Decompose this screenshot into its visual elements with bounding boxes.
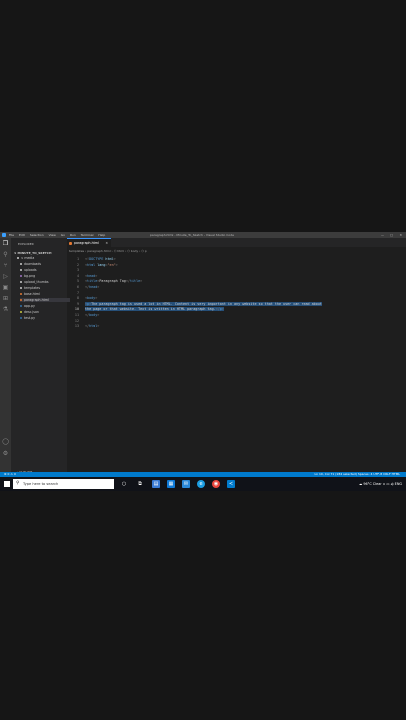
search-icon[interactable]: ⚲ <box>2 251 9 258</box>
edge-browser-icon[interactable]: e <box>197 480 205 488</box>
editor-tab-bar: paragraph.html × <box>67 238 406 247</box>
code-token: > <box>140 279 143 284</box>
sidebar-item-label: paragraph.html <box>24 298 49 302</box>
code-token: "en" <box>107 262 116 267</box>
system-tray[interactable]: ☁ 96°C Clear ∧ ▭ ◂) ENG <box>359 477 402 491</box>
code-token: Paragraph Tag <box>99 279 126 284</box>
sidebar-item[interactable]: bg.png <box>20 274 70 278</box>
account-icon[interactable]: ◯ <box>2 438 9 445</box>
search-icon: ⚲ <box>16 481 20 486</box>
code-token: title <box>129 279 141 284</box>
code-token: head <box>87 273 96 278</box>
line-number: 13 <box>74 324 79 329</box>
sidebar-item-label: bg.png <box>24 274 36 278</box>
taskbar-search-box[interactable]: ⚲ Type here to search <box>13 479 114 489</box>
file-type-icon <box>20 287 22 289</box>
sidebar-item[interactable]: uploads <box>20 268 70 272</box>
source-control-icon[interactable]: ⑂ <box>2 262 9 269</box>
tab-paragraph-html[interactable]: paragraph.html × <box>67 238 111 247</box>
sidebar-item-label: upload_thumbs <box>24 280 49 284</box>
sidebar-item[interactable]: test.py <box>20 316 70 320</box>
windows-start-icon[interactable] <box>4 481 10 487</box>
explorer-icon[interactable]: ❐ <box>2 240 9 247</box>
sidebar-item-label: desc.json <box>24 310 39 314</box>
code-token: the page or that website. Text is writte… <box>85 307 216 312</box>
extensions-icon[interactable]: ⊞ <box>2 295 9 302</box>
search-placeholder: Type here to search <box>23 482 59 486</box>
sidebar-item-label: base.html <box>24 292 40 296</box>
sidebar-item[interactable]: desc.json <box>20 310 70 314</box>
sidebar-item[interactable]: ∨ media <box>17 256 67 260</box>
code-line[interactable]: the page or that website. Text is writte… <box>85 307 224 313</box>
sidebar-item[interactable]: templates <box>20 286 70 290</box>
file-explorer-icon[interactable]: ▤ <box>152 480 160 488</box>
sidebar-item-label: test.py <box>24 316 36 320</box>
file-type-icon <box>20 281 22 283</box>
sidebar-item-label: app.py <box>24 304 35 308</box>
code-token: lang <box>95 262 106 267</box>
code-line[interactable]: <html lang="en"> <box>85 263 118 269</box>
task-view-icon[interactable]: ⧉ <box>136 480 144 488</box>
project-folder[interactable]: ∨ MINUTE_TO_SKETCH <box>14 251 52 255</box>
vscode-screenshot: File Edit Selection View Go Run Terminal… <box>0 232 406 491</box>
run-debug-icon[interactable]: ▷ <box>2 273 9 280</box>
cortana-icon[interactable]: ○ <box>120 480 128 488</box>
code-token: > <box>115 262 118 267</box>
sidebar-item-label: downloads <box>24 262 42 266</box>
vscode-logo-icon <box>2 233 6 237</box>
store-icon[interactable]: ▦ <box>167 480 175 488</box>
activity-bar: ❐ ⚲ ⑂ ▷ ▣ ⊞ ⚗ ◯ ⚙ <box>0 238 11 472</box>
explorer-header: EXPLORER <box>18 242 34 246</box>
file-type-icon <box>20 305 22 307</box>
file-type-icon <box>20 269 22 271</box>
file-type-icon <box>20 299 22 301</box>
code-token: body <box>87 296 96 301</box>
windows-taskbar: ⚲ Type here to search ○ ⧉ ▤ ▦ ✉ e ◉ ≺ ☁ … <box>0 477 406 491</box>
close-tab-icon[interactable]: × <box>105 241 108 245</box>
code-token: > <box>97 285 100 289</box>
code-token: The paragraph tag is used a lot in HTML.… <box>91 301 322 306</box>
code-line[interactable]: </body> <box>85 313 99 319</box>
code-token: title <box>87 279 98 284</box>
code-token: > <box>95 296 98 301</box>
code-token: > <box>221 307 224 312</box>
vscode-taskbar-icon[interactable]: ≺ <box>227 480 235 488</box>
file-type-icon <box>20 317 22 319</box>
breadcrumb[interactable]: templates › paragraph.html › ⬡ html › ⬡ … <box>69 249 147 253</box>
code-editor[interactable]: 1 <!DOCTYPE html> 2 <html lang="en"> 3 4 <head… <box>67 254 406 472</box>
code-token: > <box>95 273 98 278</box>
sidebar-item[interactable]: upload_thumbs <box>20 280 70 284</box>
code-token: html <box>87 262 96 267</box>
mail-icon[interactable]: ✉ <box>182 480 190 488</box>
settings-gear-icon[interactable]: ⚙ <box>2 450 9 457</box>
file-type-icon <box>20 311 22 313</box>
remote-explorer-icon[interactable]: ▣ <box>2 284 9 291</box>
sidebar-item[interactable]: app.py <box>20 304 70 308</box>
file-type-icon <box>20 275 22 277</box>
code-token: html <box>103 257 114 261</box>
file-type-icon <box>17 257 19 259</box>
sidebar-item-label: templates <box>24 286 41 290</box>
file-type-icon <box>20 263 22 265</box>
sidebar-item-label: ∨ media <box>21 256 35 260</box>
code-token: > <box>113 257 116 261</box>
sidebar-item-label: uploads <box>24 268 37 272</box>
code-line[interactable]: </head> <box>85 285 99 291</box>
testing-icon[interactable]: ⚗ <box>2 306 9 313</box>
html-file-icon <box>69 242 72 245</box>
sidebar-item[interactable]: base.html <box>20 292 70 296</box>
chrome-browser-icon[interactable]: ◉ <box>212 480 220 488</box>
code-token: > <box>97 313 100 317</box>
code-token: > <box>97 324 100 329</box>
tab-label: paragraph.html <box>74 241 99 245</box>
code-line[interactable]: </html> <box>85 324 99 330</box>
file-type-icon <box>20 293 22 295</box>
explorer-sidebar: EXPLORER ∨ MINUTE_TO_SKETCH ∨ media downl… <box>11 238 70 474</box>
sidebar-item[interactable]: downloads <box>20 262 70 266</box>
code-token: DOCTYPE <box>89 257 104 261</box>
sidebar-item[interactable]: paragraph.html <box>20 298 70 302</box>
